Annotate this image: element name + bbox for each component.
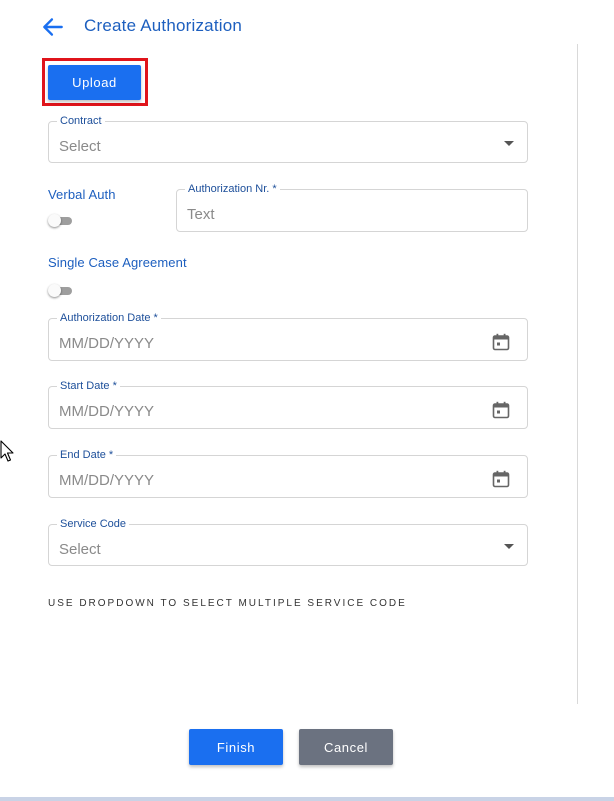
service-code-select[interactable]: Service Code Select — [48, 517, 528, 566]
chevron-down-icon — [504, 544, 514, 549]
toggle-thumb — [48, 284, 61, 297]
start-date-label: Start Date * — [57, 379, 120, 393]
contract-label: Contract — [57, 114, 105, 128]
arrow-left-icon[interactable] — [40, 14, 66, 40]
chevron-down-icon — [504, 141, 514, 146]
single-case-agreement-label: Single Case Agreement — [48, 255, 187, 270]
bottom-border — [0, 797, 614, 801]
authorization-date-placeholder: MM/DD/YYYY — [59, 335, 155, 352]
end-date-placeholder: MM/DD/YYYY — [59, 472, 155, 489]
upload-button[interactable]: Upload — [48, 65, 141, 100]
page-title: Create Authorization — [84, 16, 243, 35]
service-code-value: Select — [59, 541, 101, 558]
authorization-nr-field[interactable]: Authorization Nr. * Text — [176, 182, 528, 232]
vertical-divider — [577, 44, 578, 704]
authorization-nr-label: Authorization Nr. * — [185, 182, 280, 196]
single-case-agreement-toggle[interactable] — [48, 284, 72, 298]
verbal-auth-label: Verbal Auth — [48, 187, 116, 202]
calendar-icon[interactable] — [492, 470, 510, 488]
start-date-placeholder: MM/DD/YYYY — [59, 403, 155, 420]
service-code-label: Service Code — [57, 517, 130, 531]
service-code-helper-text: USE DROPDOWN TO SELECT MULTIPLE SERVICE … — [48, 598, 407, 609]
toggle-thumb — [48, 214, 61, 227]
start-date-field[interactable]: Start Date * MM/DD/YYYY — [48, 379, 528, 429]
end-date-label: End Date * — [57, 448, 117, 462]
authorization-nr-placeholder: Text — [187, 206, 215, 223]
contract-value: Select — [59, 138, 101, 155]
calendar-icon[interactable] — [492, 401, 510, 419]
mouse-pointer-icon — [0, 440, 14, 462]
verbal-auth-toggle[interactable] — [48, 214, 72, 228]
cancel-button[interactable]: Cancel — [299, 729, 393, 765]
authorization-date-field[interactable]: Authorization Date * MM/DD/YYYY — [48, 311, 528, 361]
calendar-icon[interactable] — [492, 333, 510, 351]
authorization-date-label: Authorization Date * — [57, 311, 161, 325]
contract-select[interactable]: Contract Select — [48, 114, 528, 163]
finish-button[interactable]: Finish — [189, 729, 283, 765]
end-date-field[interactable]: End Date * MM/DD/YYYY — [48, 448, 528, 498]
